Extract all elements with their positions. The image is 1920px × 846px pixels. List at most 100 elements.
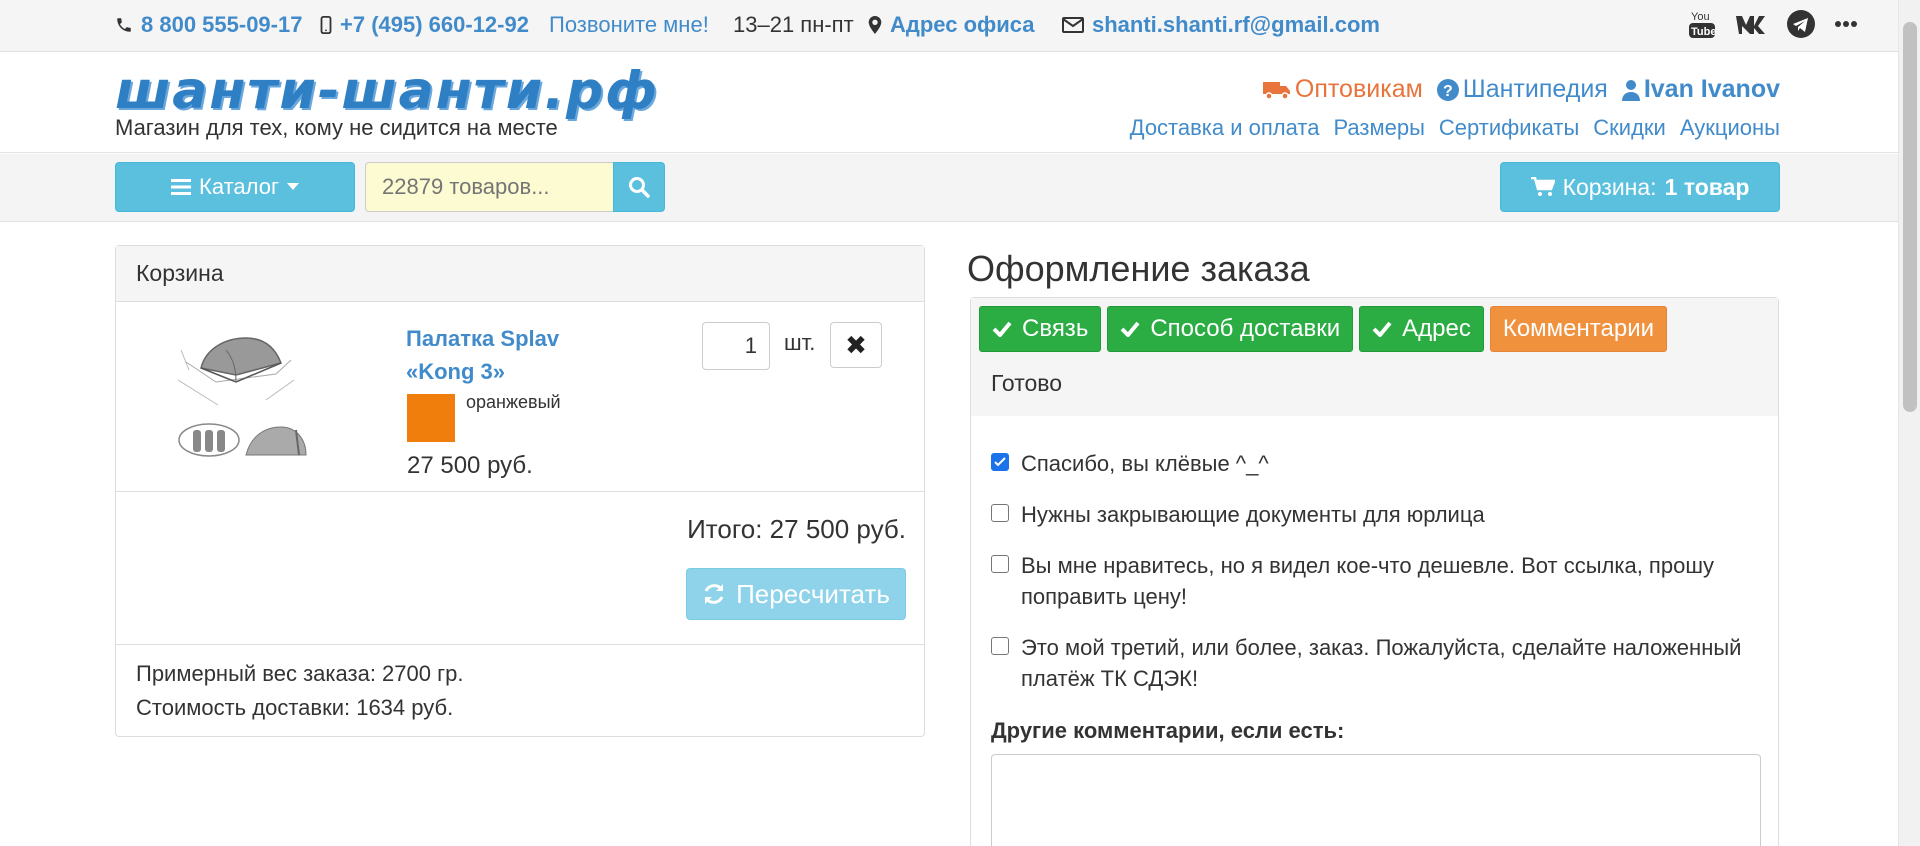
phone-primary[interactable]: 8 800 555-09-17	[115, 10, 302, 40]
telegram-icon[interactable]	[1786, 9, 1816, 39]
step-contact[interactable]: Связь	[979, 306, 1102, 352]
svg-text:?: ?	[1443, 83, 1453, 100]
step-delivery-method[interactable]: Способ доставки	[1107, 306, 1354, 352]
cart-totals: Итого: 27 500 руб. Пересчитать	[116, 492, 924, 645]
step-address-label: Адрес	[1402, 315, 1471, 342]
checkmark-icon	[994, 457, 1006, 467]
navbar: Каталог Корзина: 1 товар	[0, 154, 1898, 222]
checkbox[interactable]	[991, 555, 1009, 573]
phone-icon	[117, 18, 131, 32]
order-panel: Связь Способ доставки Адрес Комментарии …	[970, 297, 1779, 846]
refresh-icon	[704, 584, 724, 604]
vk-icon[interactable]	[1734, 13, 1768, 35]
order-steps: Связь Способ доставки Адрес Комментарии …	[971, 298, 1778, 416]
svg-text:You: You	[1691, 11, 1710, 23]
phone-primary-link[interactable]: 8 800 555-09-17	[141, 12, 302, 38]
quantity-input[interactable]	[702, 322, 770, 370]
option-label: Это мой третий, или более, заказ. Пожалу…	[1021, 635, 1742, 691]
search-input[interactable]	[365, 162, 613, 212]
order-title: Оформление заказа	[967, 248, 1310, 289]
work-hours-text: 13–21 пн-пт	[733, 12, 854, 37]
cart-label: Корзина:	[1562, 173, 1657, 200]
more-icon[interactable]	[1834, 20, 1858, 28]
wholesale-link[interactable]: Оптовикам	[1262, 75, 1423, 104]
bars-icon	[171, 179, 191, 195]
envelope-icon	[1062, 17, 1084, 33]
option-label: Нужны закрывающие документы для юрлица	[1021, 502, 1485, 527]
color-swatch	[407, 394, 455, 442]
office-address-link[interactable]: Адрес офиса	[890, 12, 1035, 38]
link-discounts[interactable]: Скидки	[1593, 115, 1666, 141]
header-actions: Оптовикам ? Шантипедия Ivan Ivanov	[1262, 75, 1780, 104]
email[interactable]: shanti.shanti.rf@gmail.com	[1062, 10, 1380, 40]
option-documents[interactable]: Нужны закрывающие документы для юрлица	[991, 499, 1758, 530]
step-ready[interactable]: Готово	[991, 370, 1062, 397]
step-address[interactable]: Адрес	[1359, 306, 1484, 352]
link-auctions[interactable]: Аукционы	[1680, 115, 1780, 141]
social-links: You Tube	[1688, 8, 1858, 40]
option-thanks[interactable]: Спасибо, вы клёвые ^_^	[991, 448, 1758, 479]
site-tagline: Магазин для тех, кому не сидится на мест…	[115, 115, 558, 140]
search-button[interactable]	[613, 162, 665, 212]
map-marker-icon	[868, 16, 882, 34]
email-link[interactable]: shanti.shanti.rf@gmail.com	[1092, 12, 1380, 38]
cart-panel: Корзина Палатка Splav «Kong 3» оранжевый…	[115, 245, 925, 737]
check-icon	[1372, 321, 1392, 337]
checkbox-checked[interactable]	[991, 453, 1009, 471]
wiki-link[interactable]: ? Шантипедия	[1436, 75, 1608, 104]
step-contact-label: Связь	[1022, 315, 1089, 342]
callback-link[interactable]: Позвоните мне!	[549, 10, 709, 40]
comments-textarea[interactable]	[991, 754, 1761, 846]
catalog-button[interactable]: Каталог	[115, 162, 355, 212]
shopping-cart-icon	[1530, 177, 1555, 196]
mobile-icon	[320, 16, 332, 34]
delivery-cost: Стоимость доставки: 1634 руб.	[136, 695, 454, 720]
order-summary: Примерный вес заказа: 2700 гр. Стоимость…	[116, 645, 924, 737]
link-certificates[interactable]: Сертификаты	[1439, 115, 1579, 141]
option-cod[interactable]: Это мой третий, или более, заказ. Пожалу…	[991, 632, 1758, 694]
step-comments[interactable]: Комментарии	[1489, 306, 1668, 352]
link-delivery[interactable]: Доставка и оплата	[1130, 115, 1320, 141]
recalculate-button[interactable]: Пересчитать	[686, 568, 906, 620]
catalog-label: Каталог	[199, 174, 279, 199]
wiki-label: Шантипедия	[1462, 75, 1608, 103]
user-icon	[1621, 79, 1640, 101]
step-comments-label: Комментарии	[1502, 315, 1655, 342]
user-name: Ivan Ivanov	[1643, 75, 1780, 103]
checkbox[interactable]	[991, 637, 1009, 655]
wholesale-label: Оптовикам	[1294, 75, 1423, 103]
option-label: Спасибо, вы клёвые ^_^	[1021, 451, 1269, 476]
comment-options: Спасибо, вы клёвые ^_^ Нужны закрывающие…	[971, 416, 1778, 694]
user-profile-link[interactable]: Ivan Ivanov	[1621, 75, 1780, 104]
caret-down-icon	[286, 183, 299, 190]
checkbox[interactable]	[991, 504, 1009, 522]
color-name: оранжевый	[466, 392, 561, 412]
other-comments-label: Другие комментарии, если есть:	[991, 718, 1345, 743]
remove-item-button[interactable]: ✖	[830, 322, 882, 368]
youtube-icon[interactable]: You Tube	[1688, 8, 1716, 40]
page-scrollbar[interactable]	[1898, 0, 1920, 846]
product-name-link[interactable]: Палатка Splav «Kong 3»	[406, 322, 596, 388]
check-icon	[992, 321, 1012, 337]
order-weight: Примерный вес заказа: 2700 гр.	[136, 661, 464, 686]
scrollbar-thumb[interactable]	[1903, 22, 1917, 412]
site-logo[interactable]: шанти-шанти.рф	[115, 63, 659, 119]
header-nav-links: Доставка и оплата Размеры Сертификаты Ск…	[1130, 115, 1780, 141]
callback-text[interactable]: Позвоните мне!	[549, 12, 709, 38]
contact-bar: 8 800 555-09-17 +7 (495) 660-12-92 Позво…	[0, 0, 1898, 52]
step-delivery-label: Способ доставки	[1150, 315, 1341, 342]
office-address[interactable]: Адрес офиса	[868, 10, 1035, 40]
recalculate-label: Пересчитать	[736, 578, 890, 609]
product-thumbnail[interactable]	[166, 320, 316, 465]
option-label: Вы мне нравитесь, но я видел кое-что деш…	[1021, 553, 1714, 609]
option-cheaper[interactable]: Вы мне нравитесь, но я видел кое-что деш…	[991, 550, 1758, 612]
phone-mobile-link[interactable]: +7 (495) 660-12-92	[340, 12, 529, 38]
link-sizes[interactable]: Размеры	[1333, 115, 1424, 141]
cart-button[interactable]: Корзина: 1 товар	[1500, 162, 1780, 212]
cart-total: Итого: 27 500 руб.	[687, 514, 906, 544]
svg-text:Tube: Tube	[1691, 26, 1716, 38]
unit-label: шт.	[784, 330, 816, 355]
phone-mobile[interactable]: +7 (495) 660-12-92	[320, 10, 529, 40]
search-icon	[629, 177, 650, 198]
cart-count: 1 товар	[1664, 173, 1750, 200]
